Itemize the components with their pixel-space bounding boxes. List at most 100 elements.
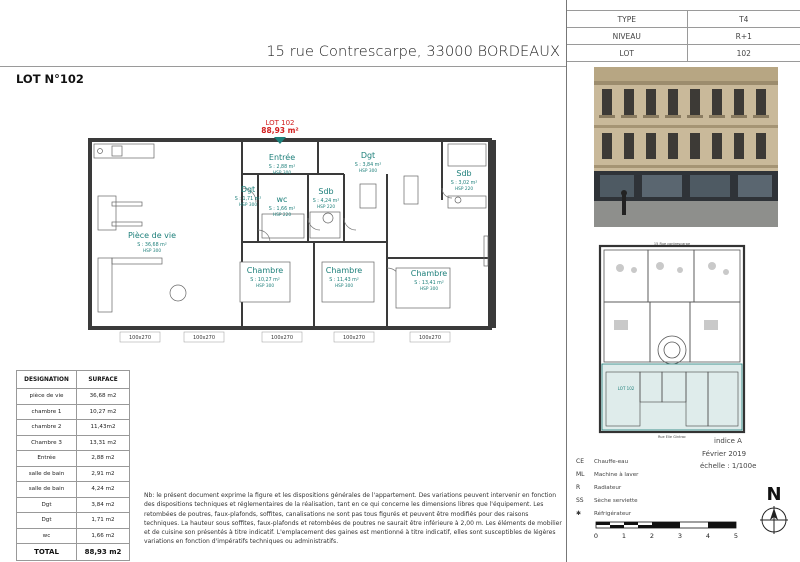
designation-cell: salle de bain	[16, 481, 77, 498]
designation-cell: Dgt	[16, 496, 77, 513]
room-area: S : 1,66 m²	[269, 206, 296, 212]
right-panel-divider	[566, 0, 567, 562]
scale-tick: 2	[650, 532, 654, 540]
room-hsp: HSP 300	[420, 286, 438, 292]
designation-cell: chambre 2	[16, 419, 77, 436]
room-name: Chambre	[247, 266, 284, 275]
table-row: Dgt 1,71 m2	[16, 512, 130, 529]
header-designation: DESIGNATION	[16, 370, 77, 389]
scale-tick: 4	[706, 532, 710, 540]
legend-symbol: CE	[576, 458, 584, 465]
info-value: R+1	[687, 27, 800, 45]
info-row-lot: LOT 102	[567, 44, 800, 62]
legend-symbol: R	[576, 484, 581, 491]
surface-cell: 2,91 m2	[76, 465, 130, 482]
window-dimension: 100x270	[419, 335, 441, 341]
scale-tick: 0	[594, 532, 598, 540]
header-surface: SURFACE	[76, 370, 130, 389]
header-divider	[0, 66, 566, 67]
legend-item: CE Chauffe-eau	[574, 455, 714, 468]
location-plan-lot-label: LOT 102	[618, 386, 635, 391]
legend-symbol: ✱	[576, 510, 582, 517]
legend: CE Chauffe-eau ML Machine à laver R Radiate…	[574, 455, 714, 520]
room-area: S : 10,27 m²	[250, 277, 280, 283]
location-plan: 15 Rue contrescarpe LOT 102 Rue Elie Gin…	[598, 242, 746, 439]
room-name: Dgt	[241, 185, 255, 194]
designation-cell: pièce de vie	[16, 388, 77, 405]
table-row: salle de bain 4,24 m2	[16, 481, 130, 498]
designation-cell: Chambre 3	[16, 434, 77, 451]
north-arrow-icon: N	[760, 484, 788, 534]
indice-text: indice A	[714, 437, 742, 445]
room-hsp: HSP 220	[273, 212, 291, 218]
surface-cell: 2,88 m2	[76, 450, 130, 467]
table-row: pièce de vie 36,68 m2	[16, 388, 130, 405]
total-row: TOTAL 88,93 m2	[16, 543, 130, 561]
info-value: T4	[687, 10, 800, 28]
disclaimer-text: Nb: le présent document exprime la figur…	[144, 492, 562, 546]
designation-cell: salle de bain	[16, 465, 77, 482]
surface-table: DESIGNATION SURFACE pièce de vie 36,68 m2…	[16, 370, 130, 561]
designation-cell: wc	[16, 527, 77, 544]
room-area: S : 1,71 m²	[235, 196, 262, 202]
room-hsp: HSP 300	[239, 202, 257, 208]
table-row: Entrée 2,88 m2	[16, 450, 130, 467]
scale-text: échelle : 1/100e	[700, 462, 757, 470]
info-label: LOT	[567, 44, 688, 62]
surface-cell: 1,66 m2	[76, 527, 130, 544]
room-name: Dgt	[361, 151, 375, 160]
legend-label: Sèche serviette	[594, 497, 638, 504]
info-label: NIVEAU	[567, 27, 688, 45]
legend-symbol: ML	[576, 471, 585, 478]
surface-cell: 36,68 m2	[76, 388, 130, 405]
info-table: TYPE T4 NIVEAU R+1 LOT 102	[567, 10, 800, 62]
scale-tick: 5	[734, 532, 738, 540]
room-hsp: HSP 300	[359, 168, 377, 174]
address-title: 15 rue Contrescarpe, 33000 BORDEAUX	[266, 44, 560, 60]
room-hsp: HSP 300	[256, 283, 274, 289]
room-area: S : 2,88 m²	[269, 164, 296, 170]
legend-label: Radiateur	[594, 484, 622, 491]
scale-tick: 3	[678, 532, 682, 540]
room-hsp: HSP 220	[317, 204, 335, 210]
table-row: salle de bain 2,91 m2	[16, 465, 130, 482]
designation-cell: chambre 1	[16, 403, 77, 420]
room-name: Pièce de vie	[128, 230, 176, 240]
room-area: S : 13,41 m²	[414, 280, 444, 286]
info-row-type: TYPE T4	[567, 10, 800, 28]
north-label: N	[766, 484, 781, 505]
legend-label: Chauffe-eau	[594, 458, 629, 465]
room-hsp: HSP 220	[455, 186, 473, 192]
building-photo-drawing	[594, 67, 778, 227]
window-dimension: 100x270	[271, 335, 293, 341]
building-photo	[594, 67, 778, 227]
room-name: Entrée	[269, 152, 295, 162]
location-plan-street-top: 15 Rue contrescarpe	[654, 242, 690, 246]
legend-label: Machine à laver	[594, 471, 639, 478]
total-label: TOTAL	[16, 543, 77, 561]
surface-table-wrapper: DESIGNATION SURFACE pièce de vie 36,68 m2…	[16, 370, 130, 561]
room-area: S : 3,84 m²	[355, 162, 382, 168]
room-area: S : 11,43 m²	[329, 277, 359, 283]
room-name: Sdb	[318, 187, 333, 196]
plan-lot-surface: 88,93 m²	[261, 126, 298, 135]
legend-item: R Radiateur	[574, 481, 714, 494]
room-name: wc	[277, 195, 288, 204]
surface-cell: 1,71 m2	[76, 512, 130, 529]
designation-cell: Dgt	[16, 512, 77, 529]
room-area: S : 4,24 m²	[313, 198, 340, 204]
room-name: Chambre	[411, 269, 448, 278]
surface-cell: 10,27 m2	[76, 403, 130, 420]
scale-bar: 0 1 2 3 4 5	[594, 521, 738, 540]
legend-item: SS Sèche serviette	[574, 494, 714, 507]
surface-cell: 11,43m2	[76, 419, 130, 436]
table-row: wc 1,66 m2	[16, 527, 130, 544]
room-name: Sdb	[456, 169, 471, 178]
designation-cell: Entrée	[16, 450, 77, 467]
legend-symbol: SS	[576, 497, 584, 504]
location-plan-street-bottom: Rue Elie Gintrac	[658, 435, 686, 439]
date-text: Février 2019	[702, 450, 747, 458]
legend-item: ML Machine à laver	[574, 468, 714, 481]
table-row: chambre 2 11,43m2	[16, 419, 130, 436]
room-hsp: HSP 300	[273, 170, 291, 176]
